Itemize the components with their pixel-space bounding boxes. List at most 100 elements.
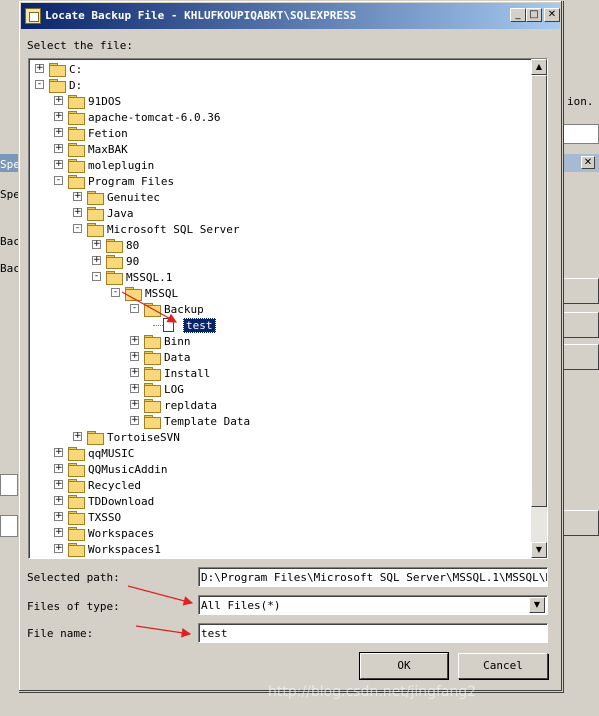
tree-node-label: 80 [126, 239, 140, 252]
tree-node[interactable]: test [29, 317, 529, 333]
expand-icon[interactable]: + [130, 416, 139, 425]
expand-icon[interactable]: + [130, 368, 139, 377]
tree-node[interactable]: + Data [29, 349, 529, 365]
tree-node[interactable]: + moleplugin [29, 157, 529, 173]
tree-node[interactable]: + C: [29, 61, 529, 77]
tree-node[interactable]: + TDDownload [29, 493, 529, 509]
tree-node[interactable]: - MSSQL.1 [29, 269, 529, 285]
tree-node[interactable]: + Recycled [29, 477, 529, 493]
expand-icon[interactable]: + [54, 128, 63, 137]
title-bar[interactable]: Locate Backup File - KHLUFKOUPIQABKT\SQL… [21, 3, 560, 29]
scroll-down-button[interactable]: ▼ [531, 542, 547, 558]
background-button[interactable] [563, 278, 599, 304]
expand-icon[interactable]: + [130, 336, 139, 345]
tree-node[interactable]: + Genuitec [29, 189, 529, 205]
background-field[interactable] [0, 474, 18, 496]
locate-backup-file-dialog: Locate Backup File - KHLUFKOUPIQABKT\SQL… [18, 0, 563, 692]
expand-icon[interactable]: + [35, 64, 44, 73]
tree-node[interactable]: + Install [29, 365, 529, 381]
tree-node-label: Workspaces [88, 527, 155, 540]
cancel-button[interactable]: Cancel [458, 653, 548, 679]
tree-node-text: 90 [126, 255, 139, 268]
tree-node-label: MSSQL [145, 287, 179, 300]
expand-icon[interactable]: + [92, 256, 101, 265]
tree-node[interactable]: +90 [29, 253, 529, 269]
expand-icon[interactable]: + [54, 512, 63, 521]
expand-icon[interactable]: + [92, 240, 101, 249]
tree-node[interactable]: - MSSQL [29, 285, 529, 301]
expand-icon[interactable]: + [54, 96, 63, 105]
expand-icon[interactable]: + [54, 160, 63, 169]
tree-node[interactable]: - Backup [29, 301, 529, 317]
chevron-down-icon[interactable]: ▼ [529, 597, 545, 613]
file-name-label: File name: [27, 627, 94, 640]
collapse-icon[interactable]: - [73, 224, 82, 233]
tree-node[interactable]: +80 [29, 237, 529, 253]
tree-node[interactable]: + Fetion [29, 125, 529, 141]
tree-node[interactable]: + Workspaces1 [29, 541, 529, 557]
ok-button[interactable]: OK [359, 652, 449, 680]
tree-node[interactable]: + repldata [29, 397, 529, 413]
tree-node[interactable]: + Binn [29, 333, 529, 349]
expand-icon[interactable]: + [130, 352, 139, 361]
expand-icon[interactable]: + [73, 432, 82, 441]
expand-icon[interactable]: + [54, 464, 63, 473]
expand-icon[interactable]: + [54, 144, 63, 153]
background-close-button[interactable]: ✕ [581, 156, 595, 169]
tree-node[interactable]: + Template Data [29, 413, 529, 429]
tree-node[interactable]: + Java [29, 205, 529, 221]
tree-node[interactable]: + LOG [29, 381, 529, 397]
tree-node-label: Fetion [88, 127, 128, 140]
files-of-type-value: All Files(*) [201, 599, 281, 612]
scroll-thumb[interactable] [531, 75, 547, 507]
collapse-icon[interactable]: - [54, 176, 63, 185]
selected-path-field[interactable]: D:\Program Files\Microsoft SQL Server\MS… [198, 567, 548, 587]
expand-icon[interactable]: + [73, 208, 82, 217]
folder-icon [68, 527, 85, 541]
expand-icon[interactable]: + [54, 528, 63, 537]
files-of-type-select[interactable]: All Files(*) [198, 595, 548, 615]
expand-icon[interactable]: + [54, 544, 63, 553]
file-name-input[interactable]: test [198, 623, 548, 643]
background-text: Bac [0, 262, 20, 275]
folder-icon [106, 271, 123, 285]
tree-node[interactable]: - Microsoft SQL Server [29, 221, 529, 237]
background-button[interactable] [563, 510, 599, 536]
expand-icon[interactable]: + [130, 384, 139, 393]
tree-node-text: repldata [164, 399, 217, 412]
tree-node[interactable]: - Program Files [29, 173, 529, 189]
expand-icon[interactable]: + [54, 112, 63, 121]
background-button[interactable] [563, 344, 599, 370]
maximize-button[interactable]: □ [526, 8, 542, 22]
background-field[interactable] [563, 124, 599, 144]
collapse-icon[interactable]: - [92, 272, 101, 281]
tree-node[interactable]: + apache-tomcat-6.0.36 [29, 109, 529, 125]
collapse-icon[interactable]: - [111, 288, 120, 297]
background-button[interactable] [563, 312, 599, 338]
file-tree[interactable]: + C: - D: +91DOS + apache-tomcat-6.0.36 + Fetion… [28, 58, 548, 559]
expand-icon[interactable]: + [54, 480, 63, 489]
collapse-icon[interactable]: - [130, 304, 139, 313]
folder-icon [49, 63, 66, 77]
expand-icon[interactable]: + [130, 400, 139, 409]
tree-node[interactable]: + Workspaces [29, 525, 529, 541]
expand-icon[interactable]: + [54, 448, 63, 457]
folder-icon [68, 111, 85, 125]
tree-node[interactable]: + TortoiseSVN [29, 429, 529, 445]
tree-node[interactable]: +91DOS [29, 93, 529, 109]
vertical-scrollbar[interactable]: ▲ ▼ [531, 59, 547, 558]
collapse-icon[interactable]: - [35, 80, 44, 89]
background-field[interactable] [0, 515, 18, 537]
background-text: ion. [567, 95, 594, 108]
folder-icon [68, 495, 85, 509]
tree-node[interactable]: - D: [29, 77, 529, 93]
close-button[interactable]: ✕ [544, 8, 560, 22]
minimize-button[interactable]: _ [510, 8, 526, 22]
scroll-up-button[interactable]: ▲ [531, 59, 547, 75]
expand-icon[interactable]: + [73, 192, 82, 201]
expand-icon[interactable]: + [54, 496, 63, 505]
tree-node[interactable]: + qqMUSIC [29, 445, 529, 461]
tree-node[interactable]: + TXSSO [29, 509, 529, 525]
tree-node[interactable]: + QQMusicAddin [29, 461, 529, 477]
tree-node[interactable]: + MaxBAK [29, 141, 529, 157]
